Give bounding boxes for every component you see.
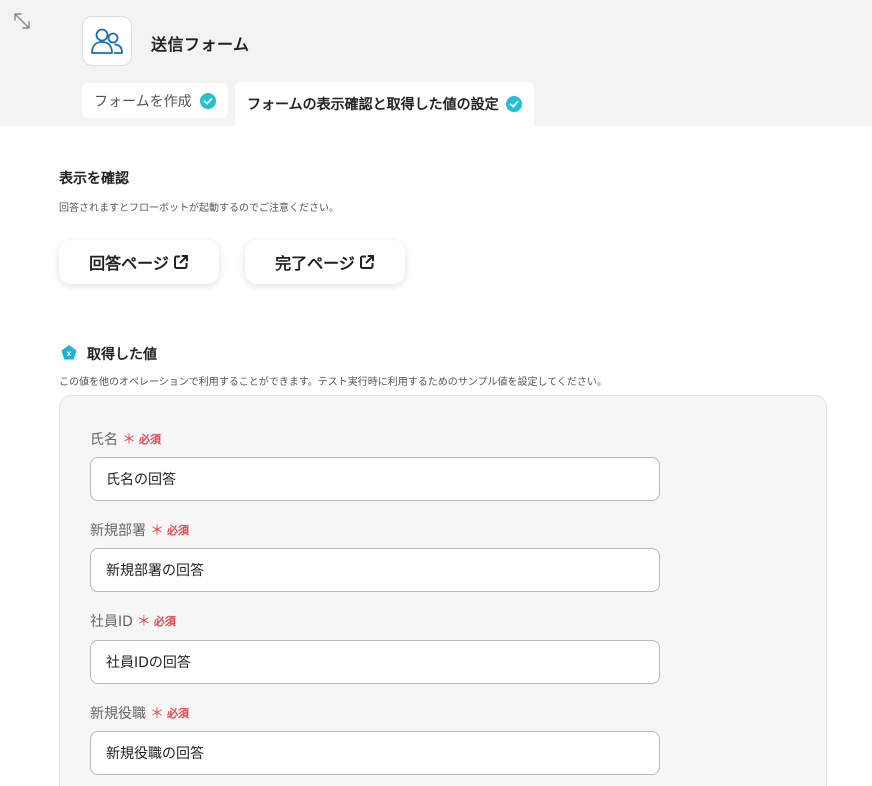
values-section-title: 取得した値 <box>87 347 157 363</box>
field-label-text: 新規役職 <box>90 706 146 722</box>
answer-page-button[interactable]: 回答ページ <box>59 240 219 284</box>
field-label-name: 氏名 ＊ 必須 <box>90 429 161 449</box>
svg-text:x: x <box>67 349 72 358</box>
required-mark: ＊ <box>150 523 164 539</box>
check-circle-icon <box>200 92 216 109</box>
position-field[interactable] <box>90 731 660 775</box>
field-label-position: 新規役職 ＊ 必須 <box>90 703 189 723</box>
external-link-icon <box>359 255 374 269</box>
complete-page-button[interactable]: 完了ページ <box>245 240 405 284</box>
users-icon <box>91 28 123 54</box>
check-circle-icon <box>506 96 522 112</box>
field-label-text: 社員ID <box>90 614 133 630</box>
field-label-department: 新規部署 ＊ 必須 <box>90 520 189 540</box>
complete-page-label: 完了ページ <box>275 254 355 273</box>
department-field[interactable] <box>90 548 660 592</box>
confirm-section-description: 回答されますとフローボットが起動するのでご注意ください。 <box>59 203 339 214</box>
tab-display-confirm[interactable]: フォームの表示確認と取得した値の設定 <box>235 82 534 126</box>
field-label-text: 新規部署 <box>90 523 146 539</box>
employee-id-field[interactable] <box>90 640 660 684</box>
tab-label: フォームを作成 <box>94 93 192 110</box>
confirm-section-title: 表示を確認 <box>59 171 129 187</box>
app-title: 送信フォーム <box>151 35 250 54</box>
required-label: 必須 <box>153 615 176 628</box>
required-label: 必須 <box>139 433 161 446</box>
expand-icon[interactable] <box>11 10 33 32</box>
header: 送信フォーム フォームを作成 フォームの表示確認と取得した値の設定 <box>0 0 872 126</box>
app-icon <box>82 16 132 66</box>
field-label-employee-id: 社員ID ＊ 必須 <box>90 611 176 631</box>
required-mark: ＊ <box>136 614 151 630</box>
required-mark: ＊ <box>150 706 164 722</box>
values-section-description: この値を他のオペレーションで利用することができます。テスト実行時に利用するための… <box>59 377 607 388</box>
tab-label: フォームの表示確認と取得した値の設定 <box>247 97 499 113</box>
required-mark: ＊ <box>122 432 136 448</box>
variable-badge-icon: x <box>61 345 77 360</box>
field-label-text: 氏名 <box>90 432 118 448</box>
name-field[interactable] <box>90 457 660 501</box>
tab-create-form[interactable]: フォームを作成 <box>82 83 228 118</box>
external-link-icon <box>173 255 188 269</box>
required-label: 必須 <box>167 524 189 537</box>
required-label: 必須 <box>167 707 189 720</box>
answer-page-label: 回答ページ <box>89 254 169 273</box>
